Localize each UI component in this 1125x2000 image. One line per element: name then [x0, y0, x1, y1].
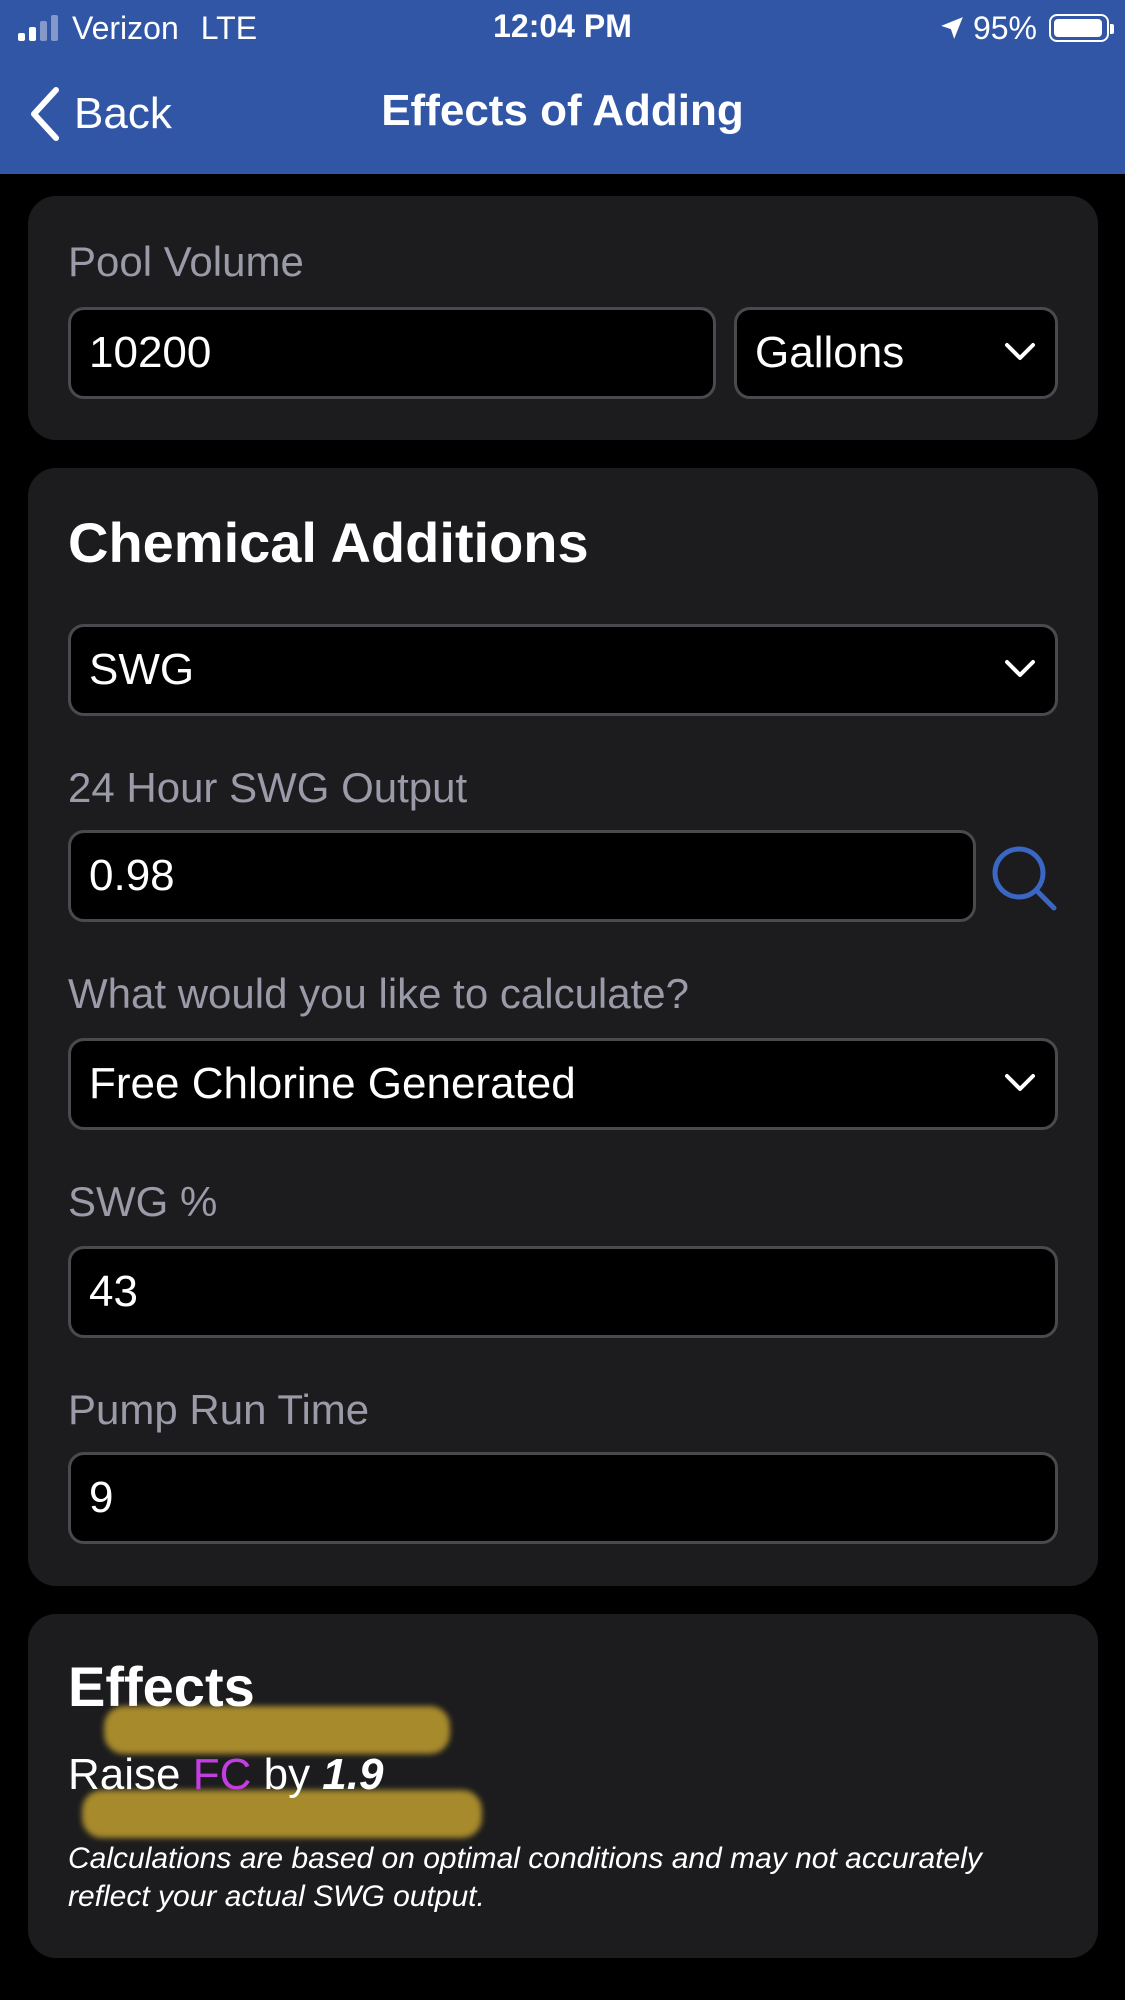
swg-output-value: 0.98	[89, 851, 175, 900]
app-header: Verizon LTE 12:04 PM 95% Back Effects of…	[0, 0, 1125, 174]
pump-run-time-label: Pump Run Time	[68, 1386, 370, 1433]
pool-volume-input[interactable]: 10200	[68, 307, 716, 399]
chevron-down-icon	[1005, 660, 1035, 677]
swg-percent-input[interactable]: 43	[68, 1246, 1058, 1338]
status-bar: Verizon LTE 12:04 PM 95%	[0, 0, 1125, 56]
volume-unit-select[interactable]: Gallons	[734, 307, 1058, 399]
effects-card: Effects Raise FC by 1.9 Calculations are…	[28, 1614, 1098, 1958]
raise-amount: 1.9	[322, 1750, 384, 1799]
calculate-label: What would you like to calculate?	[68, 970, 689, 1017]
pool-volume-card: Pool Volume 10200 Gallons	[28, 196, 1098, 440]
volume-unit-value: Gallons	[755, 328, 905, 377]
swg-output-input[interactable]: 0.98	[68, 830, 976, 922]
swg-output-label: 24 Hour SWG Output	[68, 764, 468, 811]
chemical-select[interactable]: SWG	[68, 624, 1058, 716]
swg-percent-value: 43	[89, 1267, 138, 1316]
location-arrow-icon	[941, 17, 963, 39]
raise-prefix: Raise	[68, 1750, 193, 1799]
pump-run-time-value: 9	[89, 1473, 114, 1522]
pool-volume-value: 10200	[89, 328, 212, 377]
raise-chemical: FC	[192, 1750, 252, 1799]
chemical-value: SWG	[89, 645, 195, 694]
battery-percent: 95%	[972, 9, 1037, 46]
calculate-select[interactable]: Free Chlorine Generated	[68, 1038, 1058, 1130]
battery-icon	[1049, 14, 1114, 42]
raise-by: by	[251, 1750, 323, 1799]
search-icon[interactable]	[990, 844, 1058, 912]
status-right: 95%	[939, 8, 1114, 48]
effects-title: Effects	[68, 1655, 255, 1718]
pool-volume-label: Pool Volume	[68, 238, 304, 285]
chemical-additions-card: Chemical Additions SWG 24 Hour SWG Outpu…	[28, 468, 1098, 1586]
pump-run-time-input[interactable]: 9	[68, 1452, 1058, 1544]
battery-fill	[1054, 19, 1102, 37]
chevron-down-icon	[1005, 1074, 1035, 1091]
chevron-down-icon	[1005, 343, 1035, 360]
page-title: Effects of Adding	[381, 86, 744, 135]
calculate-value: Free Chlorine Generated	[89, 1059, 576, 1108]
disclaimer-note: Calculations are based on optimal condit…	[68, 1842, 982, 1913]
chemical-additions-title: Chemical Additions	[68, 511, 589, 574]
swg-percent-label: SWG %	[68, 1178, 218, 1225]
effects-result: Raise FC by 1.9	[68, 1750, 383, 1800]
